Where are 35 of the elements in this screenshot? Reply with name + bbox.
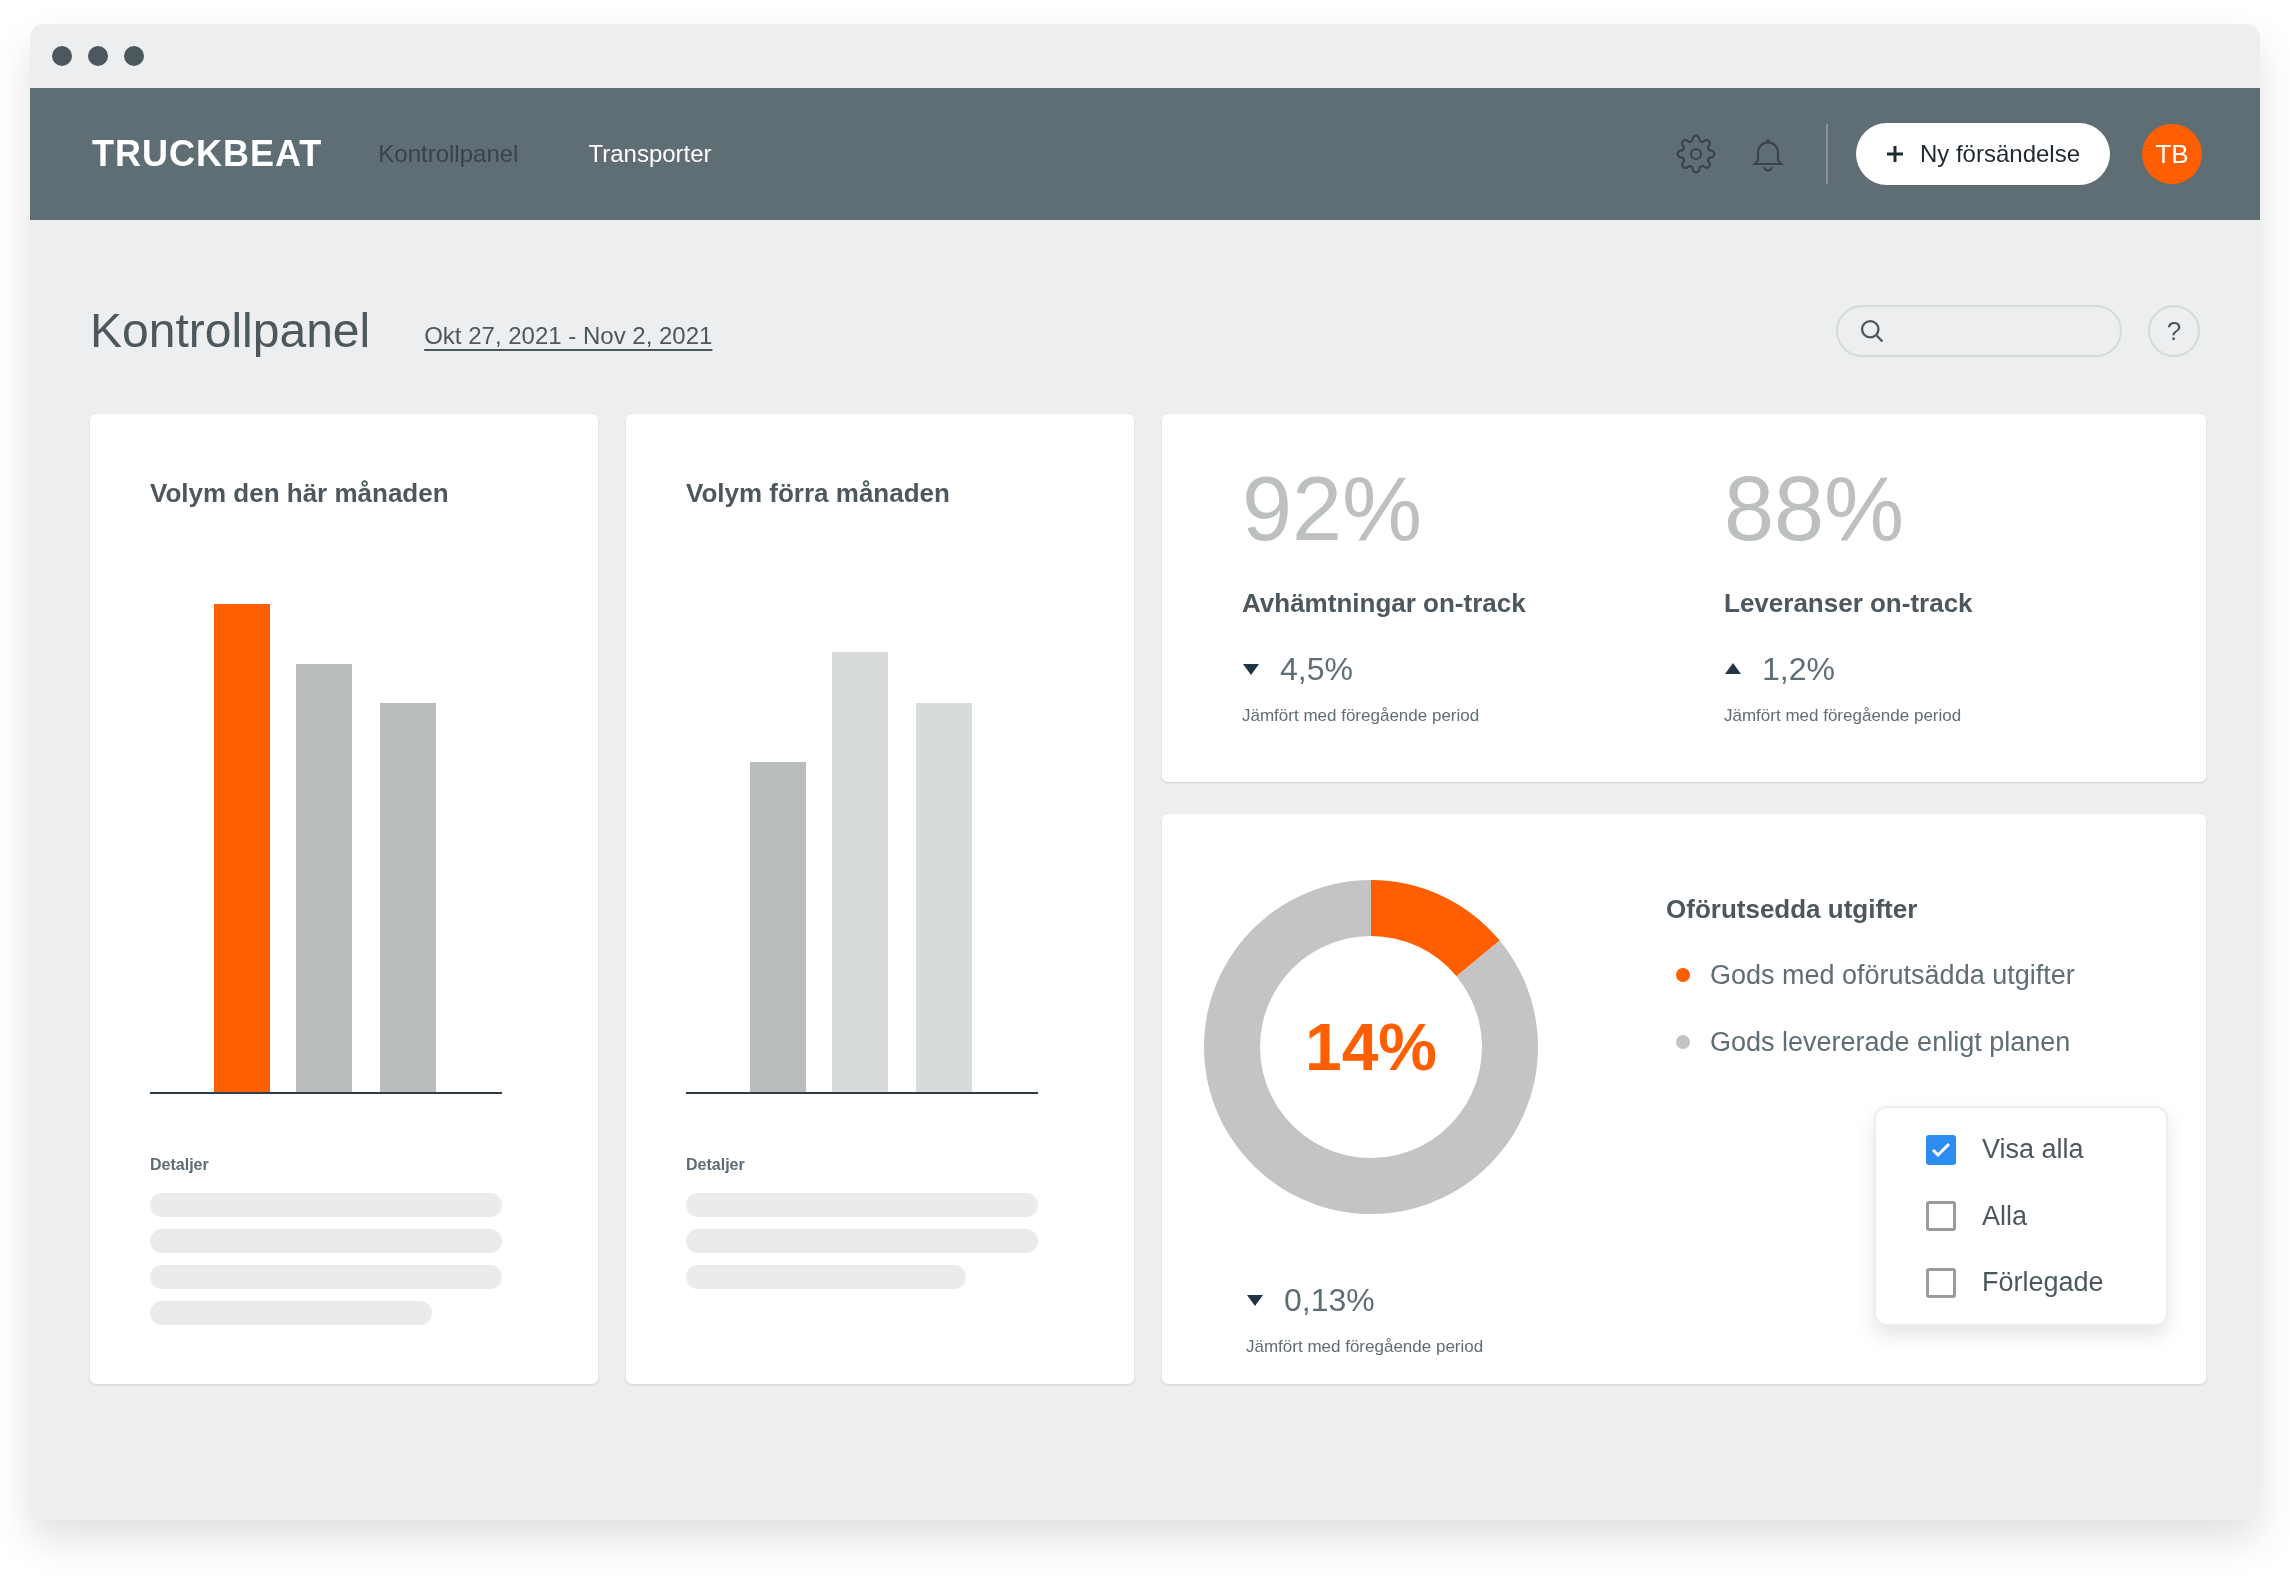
- search-field[interactable]: [1836, 305, 2122, 357]
- card-title: Volym den här månaden: [150, 477, 450, 510]
- checkbox[interactable]: [1926, 1134, 1956, 1165]
- legend-label: Gods levererade enligt planen: [1710, 1025, 2071, 1059]
- checkbox-label: Visa alla: [1982, 1133, 2084, 1167]
- comparison-note: Jämfört med föregående period: [1246, 1336, 1484, 1358]
- change-value: 4,5%: [1280, 650, 1353, 689]
- card-title: Volym förra månaden: [686, 477, 951, 510]
- new-shipment-button[interactable]: Ny försändelse: [1855, 123, 2110, 185]
- date-range-link[interactable]: Okt 27, 2021 - Nov 2, 2021: [424, 318, 713, 354]
- change-value: 0,13%: [1284, 1281, 1375, 1320]
- nav-link[interactable]: Transporter: [588, 136, 712, 172]
- comparison-note: Jämfört med föregående period: [1242, 705, 1481, 727]
- checkbox[interactable]: [1926, 1201, 1956, 1231]
- settings-icon[interactable]: [1675, 134, 1716, 174]
- details-label: Detaljer: [150, 1155, 210, 1175]
- search-icon: [1858, 317, 1886, 345]
- help-button[interactable]: ?: [2148, 305, 2200, 357]
- legend-label: Gods med oförutsädda utgifter: [1710, 959, 2075, 992]
- kpi-value: 88%: [1724, 464, 1906, 554]
- checkbox-label: Alla: [1982, 1199, 2028, 1233]
- plus-icon: [1885, 145, 1904, 163]
- donut-center-label: 14%: [1304, 1008, 1438, 1086]
- page-title: Kontrollpanel: [90, 303, 371, 359]
- legend-title: Oförutsedda utgifter: [1666, 893, 1919, 926]
- kpi-value: 92%: [1242, 464, 1424, 554]
- change-value: 1,2%: [1762, 650, 1835, 689]
- user-avatar[interactable]: TB: [2142, 124, 2202, 184]
- logo[interactable]: TRUCKBEAT: [92, 127, 323, 181]
- kpi-label: Leveranser on-track: [1724, 587, 1974, 620]
- checkbox[interactable]: [1926, 1267, 1956, 1298]
- checkbox-label: Förlegade: [1982, 1266, 2104, 1300]
- details-label: Detaljer: [686, 1155, 746, 1175]
- kpi-label: Avhämtningar on-track: [1242, 587, 1527, 620]
- comparison-note: Jämfört med föregående period: [1724, 705, 1963, 727]
